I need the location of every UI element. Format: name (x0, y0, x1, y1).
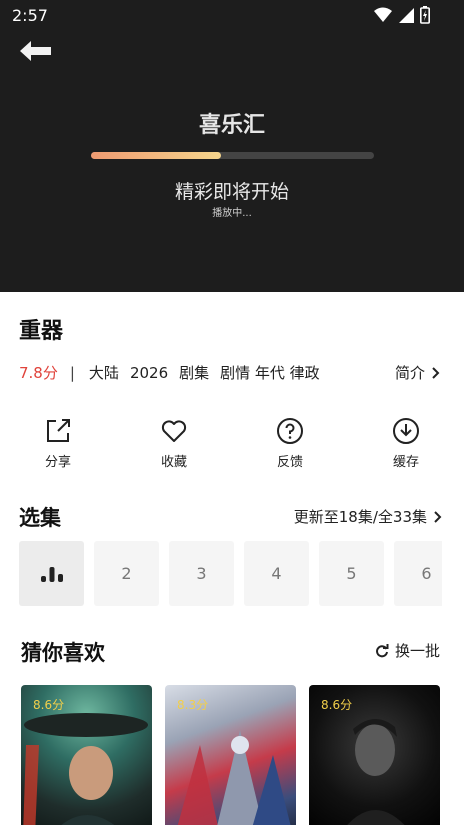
question-icon (277, 418, 303, 444)
action-bar: 分享 收藏 反馈 缓存 (0, 417, 464, 470)
feedback-label: 反馈 (276, 455, 303, 470)
meta-type: 剧集 (179, 364, 210, 382)
recommend-title: 猜你喜欢 (21, 641, 105, 665)
episode-1-playing[interactable] (19, 541, 84, 606)
episode-item[interactable]: 4 (244, 541, 309, 606)
share-button[interactable]: 分享 (0, 417, 116, 470)
status-icons (374, 6, 430, 24)
back-arrow-icon[interactable] (18, 38, 54, 64)
chevron-right-icon (434, 510, 442, 523)
refresh-button[interactable]: 换一批 (375, 640, 440, 661)
download-button[interactable]: 缓存 (348, 417, 464, 470)
episode-item[interactable]: 3 (169, 541, 234, 606)
intro-label: 简介 (394, 364, 425, 382)
meta-genres: 剧情 年代 律政 (220, 364, 320, 382)
progress-bar (91, 152, 374, 159)
show-meta: 7.8分 | 大陆 2026 剧集 剧情 年代 律政 (19, 362, 331, 383)
episodes-title: 选集 (19, 506, 61, 530)
favorite-label: 收藏 (160, 455, 187, 470)
score-badge: 8.6分 (321, 698, 353, 712)
recommend-cards: 8.6分 8.3分 8.6分 (21, 685, 441, 825)
episode-item[interactable]: 2 (94, 541, 159, 606)
playing-bars-icon (40, 566, 63, 582)
feedback-button[interactable]: 反馈 (232, 417, 348, 470)
player-status-text: 播放中... (212, 208, 252, 219)
player-start-text: 精彩即将开始 (174, 181, 289, 203)
share-label: 分享 (44, 455, 71, 470)
recommend-card[interactable]: 8.6分 (21, 685, 152, 825)
recommend-card[interactable]: 8.3分 (165, 685, 296, 825)
status-time: 2:57 (12, 6, 48, 25)
progress-fill (91, 152, 222, 159)
episode-item[interactable]: 5 (319, 541, 384, 606)
wifi-icon (374, 7, 392, 22)
chevron-right-icon (432, 366, 440, 379)
video-player[interactable]: 2:57 喜乐汇 精彩即将开始 播放中... (0, 0, 464, 292)
meta-region: 大陆 (88, 364, 119, 382)
download-label: 缓存 (392, 455, 419, 470)
episodes-more-button[interactable]: 更新至18集/全33集 (294, 506, 442, 527)
intro-button[interactable]: 简介 (395, 362, 440, 383)
episode-list: 2 3 4 5 6 (19, 541, 442, 607)
player-title: 喜乐汇 (198, 113, 265, 138)
episode-item[interactable]: 6 (394, 541, 442, 606)
score-badge: 8.6分 (33, 698, 65, 712)
recommend-card[interactable]: 8.6分 (309, 685, 440, 825)
refresh-icon (376, 643, 389, 657)
rating: 7.8分 (19, 364, 58, 382)
signal-icon (399, 8, 414, 23)
show-title: 重器 (19, 319, 64, 344)
meta-separator: | (69, 363, 75, 382)
share-icon (47, 419, 70, 442)
refresh-label: 换一批 (394, 642, 440, 660)
status-bar: 2:57 (0, 0, 464, 32)
download-icon (393, 418, 419, 444)
heart-icon (161, 420, 187, 442)
battery-icon (420, 6, 430, 24)
meta-year: 2026 (129, 363, 169, 382)
favorite-button[interactable]: 收藏 (116, 417, 232, 470)
episodes-more-label: 更新至18集/全33集 (293, 508, 427, 526)
score-badge: 8.3分 (177, 698, 209, 712)
